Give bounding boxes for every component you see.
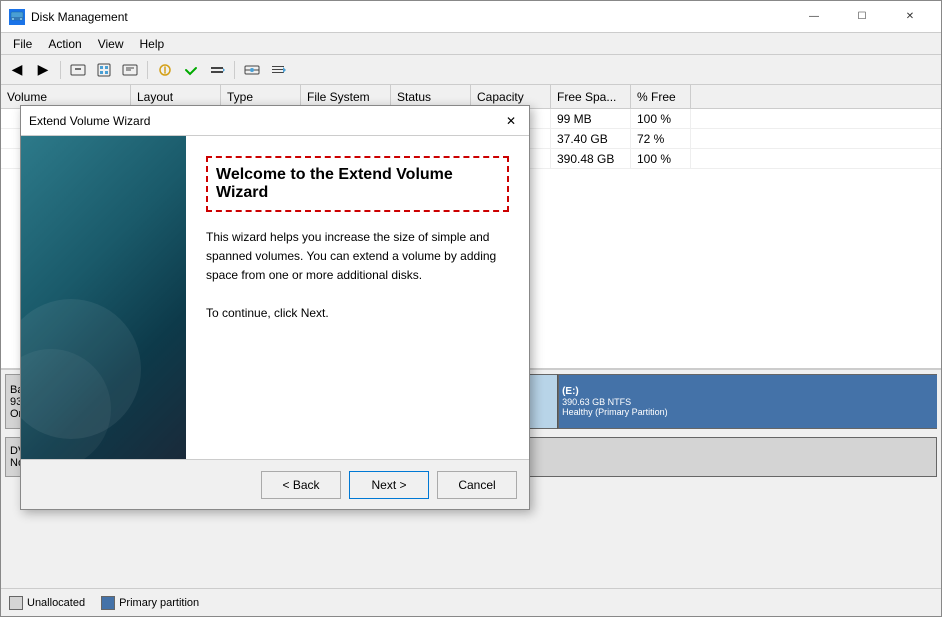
extend-volume-dialog: Extend Volume Wizard ✕ Welcome to the Ex… bbox=[20, 105, 530, 510]
dialog-title-bar: Extend Volume Wizard ✕ bbox=[21, 106, 529, 136]
next-button[interactable]: Next > bbox=[349, 471, 429, 499]
dialog-sidebar bbox=[21, 136, 186, 459]
dialog-welcome-title: Welcome to the Extend VolumeWizard bbox=[206, 156, 509, 212]
dialog-overlay: Extend Volume Wizard ✕ Welcome to the Ex… bbox=[0, 0, 942, 617]
cancel-button[interactable]: Cancel bbox=[437, 471, 517, 499]
dialog-instruction: To continue, click Next. bbox=[206, 306, 509, 320]
dialog-title: Extend Volume Wizard bbox=[29, 114, 150, 128]
back-button[interactable]: < Back bbox=[261, 471, 341, 499]
dialog-main: Welcome to the Extend VolumeWizard This … bbox=[186, 136, 529, 459]
dialog-description: This wizard helps you increase the size … bbox=[206, 228, 509, 286]
dialog-body: Welcome to the Extend VolumeWizard This … bbox=[21, 136, 529, 459]
dialog-footer: < Back Next > Cancel bbox=[21, 459, 529, 509]
dialog-close-button[interactable]: ✕ bbox=[501, 111, 521, 131]
